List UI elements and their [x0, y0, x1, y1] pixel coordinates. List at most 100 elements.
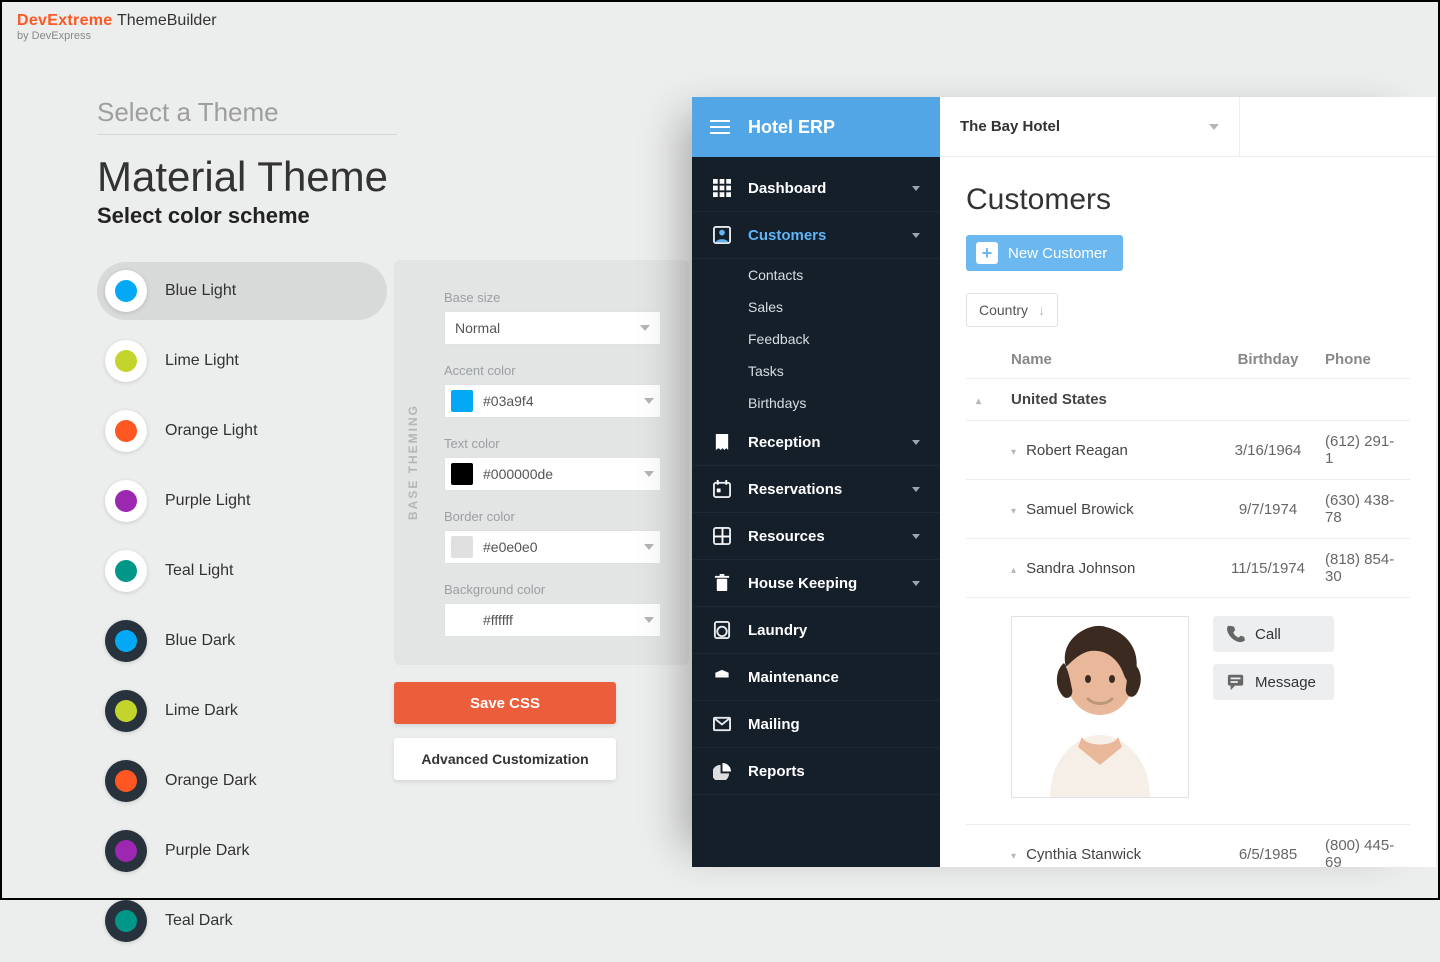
cell-name: Robert Reagan — [1026, 442, 1128, 459]
text-color-swatch — [451, 463, 473, 485]
color-swatch-icon — [115, 770, 137, 792]
base-size-row: Base size Normal — [444, 290, 661, 345]
table-row[interactable]: ▴Sandra Johnson11/15/1974(818) 854-30 — [966, 539, 1410, 598]
preview-app-title: Hotel ERP — [748, 117, 835, 138]
hotel-select[interactable]: The Bay Hotel — [940, 97, 1240, 157]
bg-color-row: Background color #ffffff — [444, 582, 661, 637]
message-button[interactable]: Message — [1213, 664, 1334, 700]
sidebar-item[interactable]: Dashboard — [692, 165, 940, 212]
color-swatch-ring — [105, 620, 147, 662]
accent-color-row: Accent color #03a9f4 — [444, 363, 661, 418]
color-scheme-label: Teal Dark — [165, 912, 233, 930]
color-scheme-option[interactable]: Teal Dark — [97, 892, 387, 950]
calendar-icon — [712, 479, 732, 499]
group-by-label: Country — [979, 302, 1028, 318]
brand-name-1: DevExtreme — [17, 12, 113, 29]
grid-group-row[interactable]: ▴United States — [966, 379, 1410, 421]
base-theming-section-label: BASE THEMING — [406, 260, 420, 665]
color-swatch-ring — [105, 900, 147, 942]
sidebar-subitem[interactable]: Tasks — [748, 355, 940, 387]
sidebar-subitem[interactable]: Birthdays — [748, 387, 940, 419]
cell-phone: (630) 438-78 — [1315, 480, 1410, 539]
cell-phone: (612) 291-1 — [1315, 421, 1410, 480]
color-scheme-option[interactable]: Teal Light — [97, 542, 387, 600]
sidebar-subitem[interactable]: Feedback — [748, 323, 940, 355]
sidebar-item-label: Laundry — [748, 622, 920, 639]
bg-color-swatch — [451, 609, 473, 631]
hamburger-icon[interactable] — [710, 120, 730, 134]
base-size-select[interactable]: Normal — [444, 311, 661, 345]
customer-avatar — [1011, 616, 1189, 798]
customers-grid: Name Birthday Phone ▴United States▾Rober… — [966, 341, 1410, 867]
cell-birthday: 11/15/1974 — [1221, 539, 1315, 598]
expand-icon: ▾ — [1011, 851, 1016, 862]
chevron-down-icon — [912, 440, 920, 445]
bg-color-label: Background color — [444, 582, 661, 597]
color-swatch-icon — [115, 490, 137, 512]
save-css-button[interactable]: Save CSS — [394, 682, 616, 724]
color-scheme-label: Purple Light — [165, 492, 250, 510]
table-detail-row: Call Message — [966, 598, 1410, 825]
border-color-label: Border color — [444, 509, 661, 524]
color-scheme-label: Orange Light — [165, 422, 258, 440]
color-scheme-option[interactable]: Orange Dark — [97, 752, 387, 810]
cell-birthday: 9/7/1974 — [1221, 480, 1315, 539]
color-scheme-option[interactable]: Blue Light — [97, 262, 387, 320]
color-scheme-option[interactable]: Lime Dark — [97, 682, 387, 740]
sidebar-item[interactable]: Reservations — [692, 466, 940, 513]
color-scheme-option[interactable]: Purple Dark — [97, 822, 387, 880]
color-swatch-icon — [115, 560, 137, 582]
sidebar-item[interactable]: House Keeping — [692, 560, 940, 607]
group-by-chip[interactable]: Country ↓ — [966, 293, 1058, 327]
color-scheme-option[interactable]: Orange Light — [97, 402, 387, 460]
sidebar-item[interactable]: Reports — [692, 748, 940, 795]
text-color-picker[interactable]: #000000de — [444, 457, 661, 491]
sidebar-item-label: Mailing — [748, 716, 920, 733]
laundry-icon — [712, 620, 732, 640]
col-name[interactable]: Name — [1001, 341, 1221, 379]
advanced-customization-button[interactable]: Advanced Customization — [394, 738, 616, 780]
resources-icon — [712, 526, 732, 546]
sidebar-item[interactable]: Resources — [692, 513, 940, 560]
table-row[interactable]: ▾Cynthia Stanwick6/5/1985(800) 445-69 — [966, 825, 1410, 868]
color-swatch-ring — [105, 270, 147, 312]
base-theming-panel: BASE THEMING Base size Normal Accent col… — [394, 260, 689, 665]
table-row[interactable]: ▾Samuel Browick9/7/1974(630) 438-78 — [966, 480, 1410, 539]
sidebar-item[interactable]: Laundry — [692, 607, 940, 654]
sidebar-subitem[interactable]: Contacts — [748, 259, 940, 291]
color-scheme-option[interactable]: Purple Light — [97, 472, 387, 530]
cell-phone: (818) 854-30 — [1315, 539, 1410, 598]
preview-sidebar: Hotel ERP DashboardCustomersContactsSale… — [692, 97, 940, 867]
sidebar-item[interactable]: Maintenance — [692, 654, 940, 701]
color-scheme-option[interactable]: Blue Dark — [97, 612, 387, 670]
col-birthday[interactable]: Birthday — [1221, 341, 1315, 379]
hotel-select-value: The Bay Hotel — [960, 118, 1060, 135]
color-swatch-ring — [105, 340, 147, 382]
chevron-down-icon — [644, 471, 654, 477]
color-swatch-ring — [105, 480, 147, 522]
border-color-picker[interactable]: #e0e0e0 — [444, 530, 661, 564]
new-customer-button[interactable]: + New Customer — [966, 235, 1123, 271]
accent-color-picker[interactable]: #03a9f4 — [444, 384, 661, 418]
color-swatch-icon — [115, 630, 137, 652]
bg-color-picker[interactable]: #ffffff — [444, 603, 661, 637]
select-theme-breadcrumb[interactable]: Select a Theme — [97, 97, 397, 135]
sidebar-item[interactable]: Mailing — [692, 701, 940, 748]
col-phone[interactable]: Phone — [1315, 341, 1410, 379]
border-color-value: #e0e0e0 — [483, 539, 538, 555]
account-icon — [712, 225, 732, 245]
sidebar-item[interactable]: Reception — [692, 419, 940, 466]
color-scheme-list: Blue Light Lime Light Orange Light Purple L… — [97, 262, 387, 962]
pie-icon — [712, 761, 732, 781]
text-color-row: Text color #000000de — [444, 436, 661, 491]
table-row[interactable]: ▾Robert Reagan3/16/1964(612) 291-1 — [966, 421, 1410, 480]
sidebar-subitem[interactable]: Sales — [748, 291, 940, 323]
preview-nav: DashboardCustomersContactsSalesFeedbackT… — [692, 157, 940, 803]
sidebar-item[interactable]: Customers — [692, 212, 940, 259]
color-swatch-icon — [115, 280, 137, 302]
color-scheme-option[interactable]: Lime Light — [97, 332, 387, 390]
color-swatch-icon — [115, 700, 137, 722]
call-button[interactable]: Call — [1213, 616, 1334, 652]
color-swatch-ring — [105, 410, 147, 452]
sidebar-item-label: Reports — [748, 763, 920, 780]
